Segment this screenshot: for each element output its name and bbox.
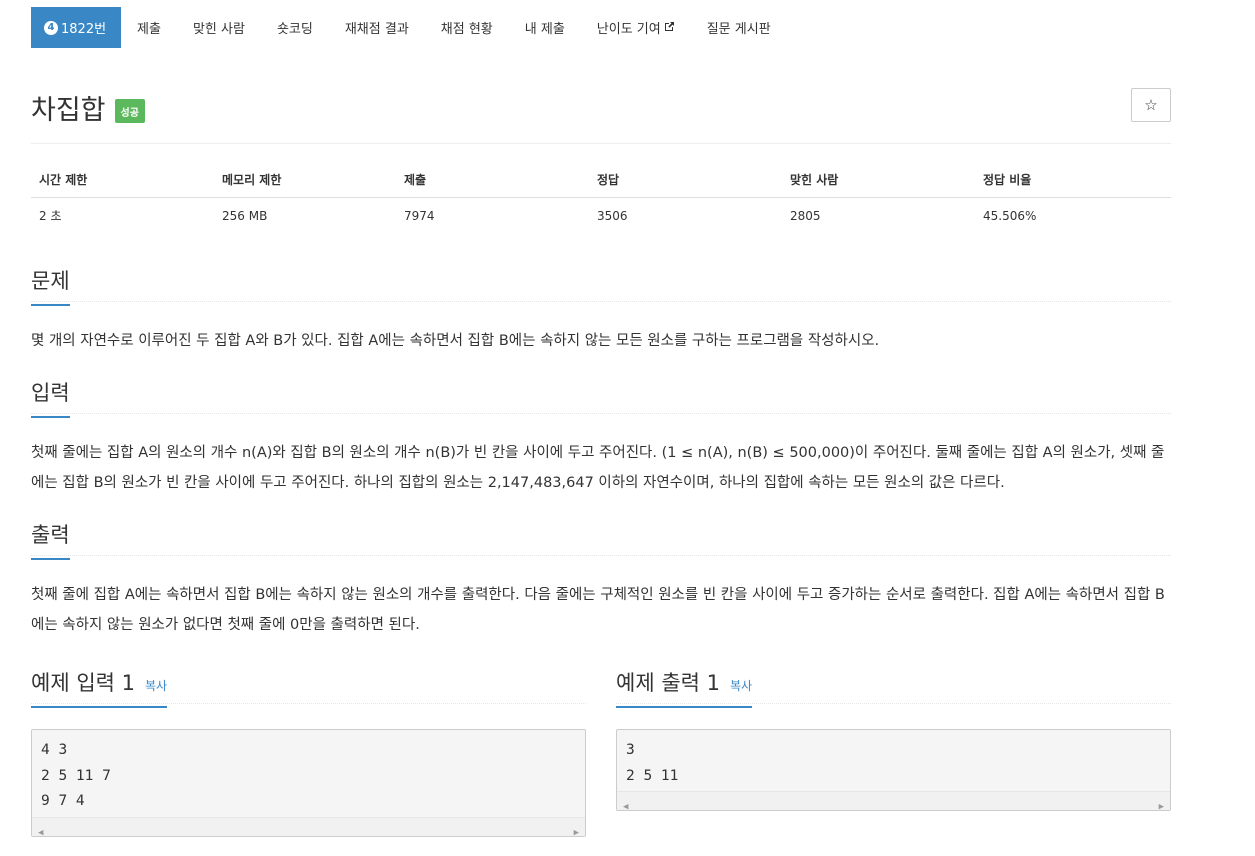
header-memory-limit: 메모리 제한	[214, 163, 396, 198]
section-input-header: 입력	[31, 367, 1171, 418]
sample-input-header: 예제 입력 1 복사	[31, 657, 586, 708]
tab-label: 재채점 결과	[344, 22, 409, 37]
problem-tabs: 4 1822번 제출 맞힌 사람 숏코딩 재채점 결과 채점 현황 내 제출 난…	[31, 7, 1171, 48]
tab-label: 질문 게시판	[706, 22, 771, 37]
tab-problem[interactable]: 4 1822번	[31, 7, 122, 48]
section-output-title: 출력	[31, 519, 70, 560]
section-problem-title: 문제	[31, 265, 70, 306]
status-badge: 성공	[114, 98, 145, 123]
code-line: 2 5 11 7	[41, 767, 111, 784]
external-link-icon	[664, 21, 675, 35]
sample-output-box[interactable]: 3 2 5 11 ◀ ▶	[616, 729, 1171, 812]
header-ratio: 정답 비율	[975, 163, 1171, 198]
problem-description: 몇 개의 자연수로 이루어진 두 집합 A와 B가 있다. 집합 A에는 속하면…	[31, 333, 880, 349]
input-description: 첫째 줄에는 집합 A의 원소의 개수 n(A)와 집합 B의 원소의 개수 n…	[31, 445, 1165, 491]
tab-label: 난이도 기여	[596, 22, 661, 37]
value-time-limit: 2 초	[39, 209, 62, 223]
code-line: 9 7 4	[41, 793, 85, 809]
sample-output: 예제 출력 1 복사 3 2 5 11 ◀ ▶	[616, 657, 1171, 837]
header-submissions: 제출	[396, 163, 589, 198]
horizontal-scrollbar[interactable]: ◀ ▶	[32, 816, 585, 838]
sample-output-title-wrap: 예제 출력 1 복사	[616, 667, 753, 708]
header-accepted: 정답	[589, 163, 782, 198]
tab-solved-users[interactable]: 맞힌 사람	[177, 7, 261, 48]
sample-output-header: 예제 출력 1 복사	[616, 657, 1171, 708]
tab-my-submissions[interactable]: 내 제출	[509, 7, 581, 48]
scroll-left-icon[interactable]: ◀	[38, 821, 43, 847]
star-icon: ☆	[1144, 96, 1158, 114]
value-solved-users: 2805	[790, 208, 821, 223]
tab-difficulty[interactable]: 난이도 기여	[581, 7, 691, 48]
horizontal-scrollbar[interactable]: ◀ ▶	[617, 791, 1170, 812]
problem-info-table: 시간 제한 메모리 제한 제출 정답 맞힌 사람 정답 비율 2 초 256 M…	[31, 163, 1171, 233]
section-input-title: 입력	[31, 377, 70, 418]
tab-label: 맞힌 사람	[192, 22, 245, 37]
sample-input-box[interactable]: 4 3 2 5 11 7 9 7 4 ◀ ▶	[31, 729, 586, 838]
section-problem-header: 문제	[31, 255, 1171, 306]
sample-output-title: 예제 출력 1	[616, 671, 720, 695]
problem-title: 차집합	[31, 95, 106, 126]
copy-output-button[interactable]: 복사	[730, 679, 752, 693]
tab-short-coding[interactable]: 숏코딩	[261, 7, 329, 48]
header-time-limit: 시간 제한	[31, 163, 214, 198]
tab-label: 내 제출	[524, 22, 565, 37]
copy-input-button[interactable]: 복사	[145, 679, 167, 693]
problem-number: 1822번	[61, 22, 107, 37]
tab-rejudge[interactable]: 재채점 결과	[329, 7, 425, 48]
value-accepted: 3506	[597, 208, 628, 223]
code-line: 3	[626, 742, 635, 758]
code-line: 2 5 11	[626, 767, 679, 784]
sample-input: 예제 입력 1 복사 4 3 2 5 11 7 9 7 4 ◀ ▶	[31, 657, 586, 838]
tab-label: 채점 현황	[440, 22, 493, 37]
title-row: 차집합 성공 ☆	[31, 48, 1171, 144]
output-description: 첫째 줄에 집합 A에는 속하면서 집합 B에는 속하지 않는 원소의 개수를 …	[31, 587, 1165, 633]
page-title: 차집합 성공	[31, 88, 145, 127]
tier-icon: 4	[44, 20, 58, 35]
code-line: 4 3	[41, 742, 68, 758]
star-button[interactable]: ☆	[1131, 88, 1171, 122]
scroll-right-icon[interactable]: ▶	[1159, 795, 1164, 821]
value-ratio: 45.506%	[983, 208, 1037, 223]
scroll-left-icon[interactable]: ◀	[623, 795, 628, 821]
value-submissions: 7974	[404, 208, 435, 223]
tab-board[interactable]: 질문 게시판	[691, 7, 787, 48]
tab-label: 제출	[137, 22, 161, 37]
tab-submit[interactable]: 제출	[121, 7, 177, 48]
tab-status[interactable]: 채점 현황	[425, 7, 509, 48]
scroll-right-icon[interactable]: ▶	[574, 821, 579, 847]
sample-input-title: 예제 입력 1	[31, 671, 135, 695]
sample-input-title-wrap: 예제 입력 1 복사	[31, 667, 168, 708]
tab-label: 숏코딩	[276, 22, 313, 37]
section-output-header: 출력	[31, 509, 1171, 560]
header-solved-users: 맞힌 사람	[782, 163, 975, 198]
samples: 예제 입력 1 복사 4 3 2 5 11 7 9 7 4 ◀ ▶ 예제 출력 1복…	[31, 657, 1171, 838]
value-memory-limit: 256 MB	[222, 208, 268, 223]
